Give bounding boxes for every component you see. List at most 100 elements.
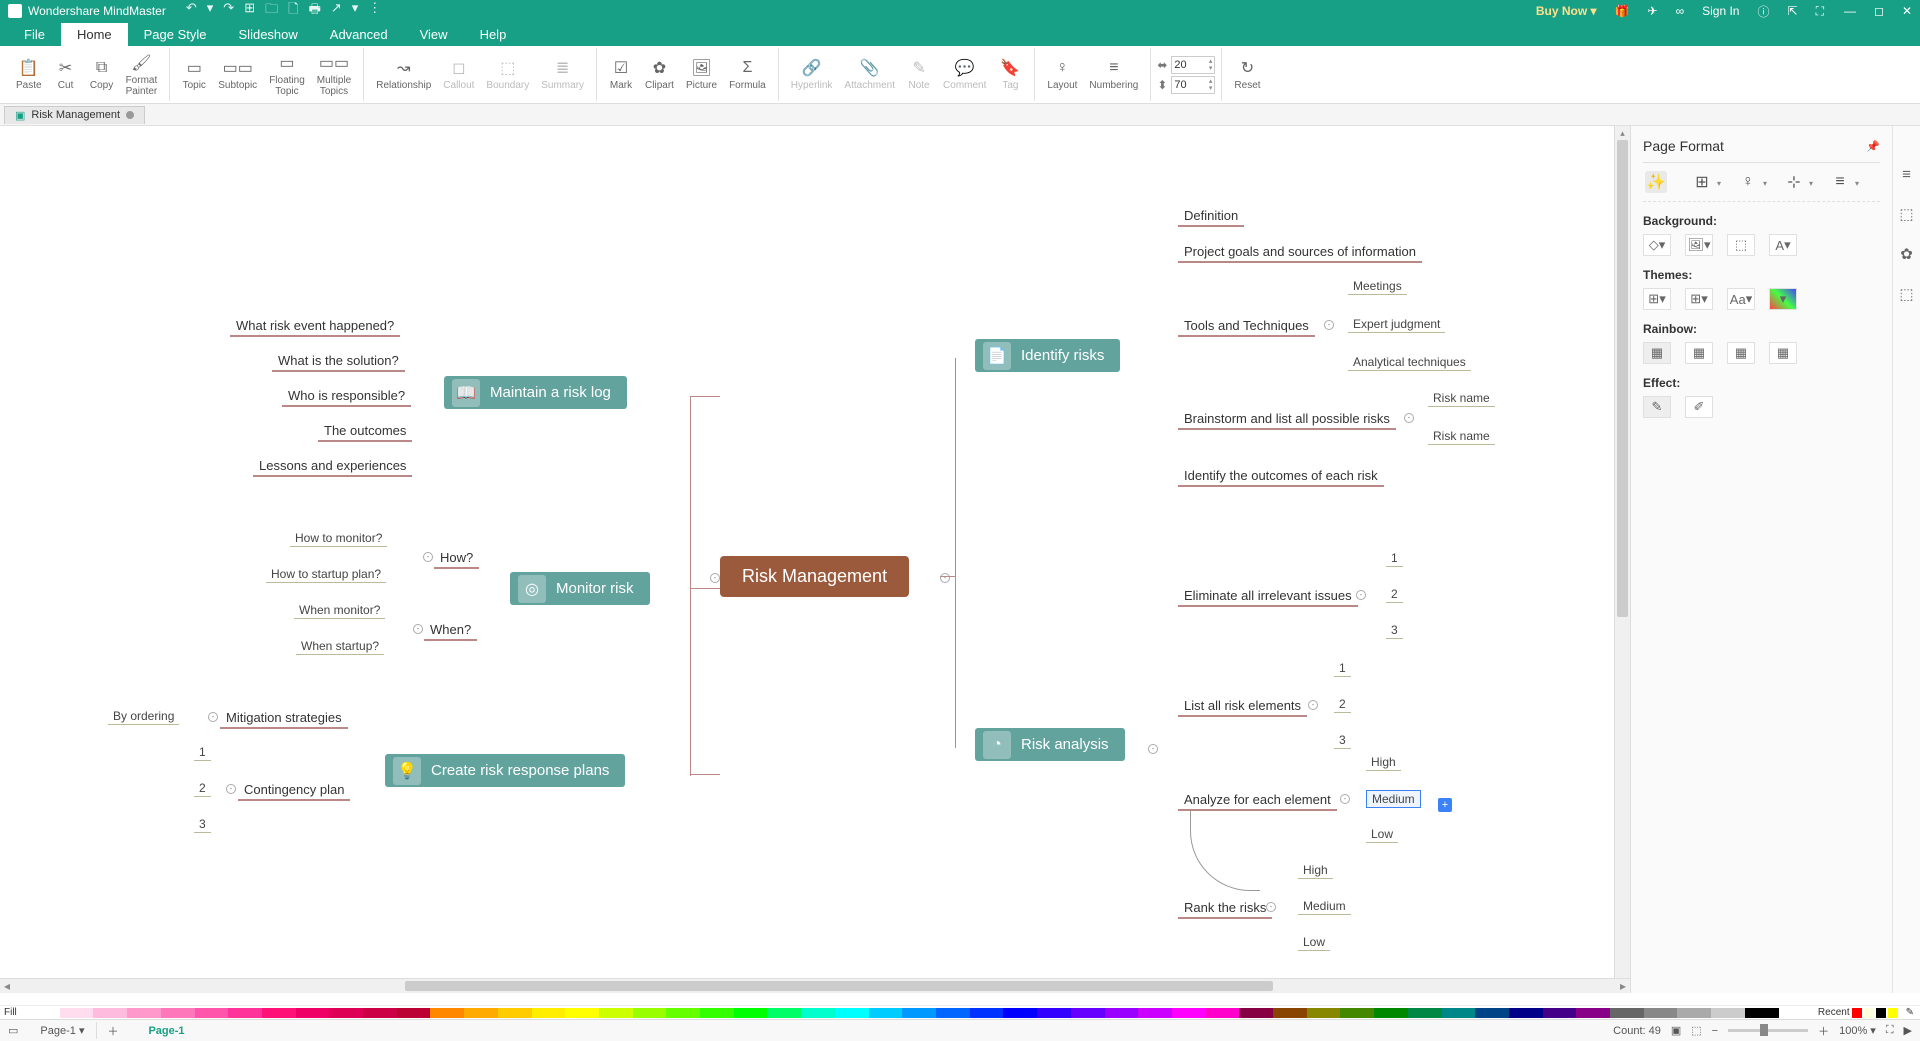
leaf-node[interactable]: How to startup plan?: [266, 566, 386, 583]
expand-toggle[interactable]: -: [226, 784, 236, 794]
color-swatch[interactable]: [464, 1008, 498, 1018]
topic-button[interactable]: ▭Topic: [176, 49, 212, 101]
leaf-node-selected[interactable]: Medium: [1366, 790, 1421, 808]
leaf-node[interactable]: Medium: [1298, 898, 1351, 915]
leaf-node[interactable]: Meetings: [1348, 278, 1407, 295]
leaf-node[interactable]: By ordering: [108, 708, 179, 725]
new-icon[interactable]: ⊞: [244, 0, 255, 22]
cut-button[interactable]: ✂Cut: [48, 49, 84, 101]
fullscreen-toggle-icon[interactable]: ⛶: [1886, 1024, 1894, 1037]
color-swatch[interactable]: [26, 1008, 60, 1018]
leaf-node[interactable]: Risk name: [1428, 390, 1495, 407]
color-swatch[interactable]: [1037, 1008, 1071, 1018]
paste-button[interactable]: 📋Paste: [10, 49, 48, 101]
bg-image-button[interactable]: 🖼 ▾: [1685, 234, 1713, 256]
save-icon[interactable]: 🗋: [288, 0, 298, 22]
scroll-left-icon[interactable]: ◂: [0, 979, 14, 993]
sub-node[interactable]: Eliminate all irrelevant issues: [1178, 586, 1358, 607]
leaf-node[interactable]: Analytical techniques: [1348, 354, 1471, 371]
leaf-node[interactable]: How to monitor?: [290, 530, 387, 547]
branch-monitor-risk[interactable]: ◎ Monitor risk: [510, 572, 650, 605]
color-swatch[interactable]: [970, 1008, 1004, 1018]
sub-node[interactable]: What is the solution?: [272, 351, 405, 372]
color-swatch[interactable]: [936, 1008, 970, 1018]
color-swatch[interactable]: [734, 1008, 768, 1018]
color-swatch[interactable]: [1442, 1008, 1476, 1018]
sub-node[interactable]: Project goals and sources of information: [1178, 242, 1422, 263]
sub-node[interactable]: Who is responsible?: [282, 386, 411, 407]
tab-advanced[interactable]: Advanced: [314, 23, 404, 46]
buy-now-link[interactable]: Buy Now ▾: [1536, 4, 1597, 18]
leaf-node[interactable]: 1: [1334, 660, 1351, 677]
leaf-node[interactable]: 1: [1386, 550, 1403, 567]
vertical-scrollbar[interactable]: ▴ ▾: [1614, 126, 1630, 993]
tag-button[interactable]: 🔖Tag: [992, 49, 1028, 101]
color-swatch[interactable]: [1408, 1008, 1442, 1018]
rainbow-style-3[interactable]: ▦: [1727, 342, 1755, 364]
recent-swatch[interactable]: [1876, 1008, 1886, 1018]
undo-icon[interactable]: ↶: [186, 0, 197, 22]
qat-dd-icon[interactable]: ▾: [352, 0, 359, 22]
color-swatch[interactable]: [1138, 1008, 1172, 1018]
callout-button[interactable]: ◻Callout: [437, 49, 480, 101]
rainbow-style-1[interactable]: ▦: [1643, 342, 1671, 364]
color-swatch[interactable]: [1745, 1008, 1779, 1018]
color-swatch[interactable]: [397, 1008, 431, 1018]
comment-button[interactable]: 💬Comment: [937, 49, 992, 101]
expand-toggle[interactable]: -: [208, 712, 218, 722]
color-swatch[interactable]: [633, 1008, 667, 1018]
expand-toggle[interactable]: -: [1340, 794, 1350, 804]
format-tab-icon[interactable]: ✨: [1645, 171, 1667, 193]
sub-node[interactable]: Analyze for each element: [1178, 790, 1337, 811]
color-swatch[interactable]: [1576, 1008, 1610, 1018]
connector-tab-icon[interactable]: ⊹▾: [1783, 171, 1805, 193]
color-swatch[interactable]: [1543, 1008, 1577, 1018]
color-swatch[interactable]: [1273, 1008, 1307, 1018]
color-swatch[interactable]: [1475, 1008, 1509, 1018]
expand-toggle[interactable]: -: [413, 624, 423, 634]
fit-page-icon[interactable]: ▣: [1671, 1024, 1681, 1037]
maximize-icon[interactable]: ◻: [1874, 4, 1884, 18]
send-icon[interactable]: ✈: [1648, 4, 1658, 18]
zoom-level[interactable]: 100% ▾: [1839, 1024, 1876, 1037]
color-swatch[interactable]: [1711, 1008, 1745, 1018]
color-swatch[interactable]: [700, 1008, 734, 1018]
share-icon[interactable]: ∞: [1676, 4, 1685, 18]
color-swatch[interactable]: [1105, 1008, 1139, 1018]
color-swatch[interactable]: [1779, 1008, 1813, 1018]
leaf-node[interactable]: 2: [1386, 586, 1403, 603]
note-button[interactable]: ✎Note: [901, 49, 937, 101]
leaf-node[interactable]: High: [1298, 862, 1333, 879]
color-swatch[interactable]: [127, 1008, 161, 1018]
color-swatch[interactable]: [195, 1008, 229, 1018]
leaf-node[interactable]: Low: [1298, 934, 1330, 951]
leaf-node[interactable]: Risk name: [1428, 428, 1495, 445]
minimize-icon[interactable]: —: [1844, 4, 1856, 18]
expand-toggle[interactable]: -: [423, 552, 433, 562]
vtab-outline-icon[interactable]: ≡: [1902, 166, 1911, 183]
page-tab[interactable]: Page-1 ▾: [28, 1022, 97, 1039]
color-swatch[interactable]: [1677, 1008, 1711, 1018]
pin-panel-icon[interactable]: 📌: [1866, 140, 1880, 153]
scroll-up-icon[interactable]: ▴: [1615, 128, 1630, 139]
subtopic-button[interactable]: ▭▭Subtopic: [212, 49, 263, 101]
color-swatch[interactable]: [60, 1008, 94, 1018]
theme-font-button[interactable]: Aa ▾: [1727, 288, 1755, 310]
structure-tab-icon[interactable]: ♀▾: [1737, 171, 1759, 193]
floating-topic-button[interactable]: ▭Floating Topic: [263, 49, 311, 101]
color-swatch[interactable]: [1509, 1008, 1543, 1018]
tab-view[interactable]: View: [404, 23, 464, 46]
leaf-node[interactable]: Expert judgment: [1348, 316, 1445, 333]
color-swatch[interactable]: [93, 1008, 127, 1018]
boundary-button[interactable]: ⬚Boundary: [480, 49, 535, 101]
expand-toggle[interactable]: -: [710, 573, 720, 583]
color-swatch[interactable]: [329, 1008, 363, 1018]
zoom-out-button[interactable]: −: [1712, 1025, 1718, 1037]
multiple-topics-button[interactable]: ▭▭Multiple Topics: [311, 49, 357, 101]
sub-node[interactable]: Mitigation strategies: [220, 708, 348, 729]
redo-icon[interactable]: ↷: [223, 0, 234, 22]
sub-node[interactable]: Identify the outcomes of each risk: [1178, 466, 1384, 487]
color-swatch[interactable]: [801, 1008, 835, 1018]
vtab-more-icon[interactable]: ⬚: [1899, 285, 1913, 303]
color-swatch[interactable]: [1172, 1008, 1206, 1018]
